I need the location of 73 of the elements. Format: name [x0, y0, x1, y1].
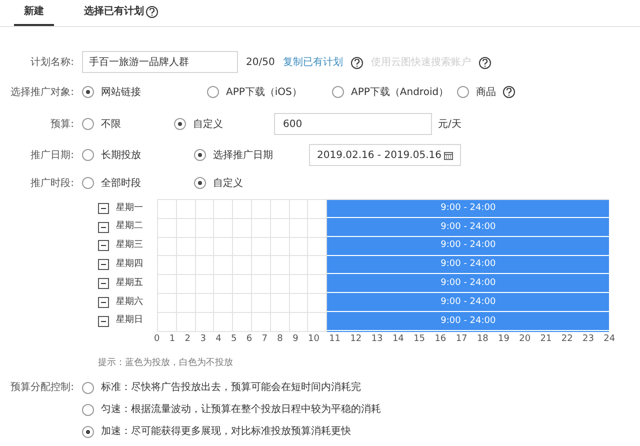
- tab[interactable]: 新建: [14, 0, 54, 26]
- day-label: 星期五: [116, 276, 143, 290]
- collapse-icon[interactable]: [98, 222, 109, 233]
- collapse-icon[interactable]: [98, 278, 109, 290]
- time-range-label: 9:00 - 24:00: [327, 200, 610, 218]
- radio-button[interactable]: [194, 177, 206, 189]
- calendar-icon: [444, 150, 454, 160]
- field-label: 计划名称:: [30, 56, 74, 70]
- radio-button[interactable]: [82, 404, 94, 416]
- day-label: 星期二: [116, 220, 143, 234]
- radio-button[interactable]: [82, 118, 94, 130]
- radio-label: 标准：尽快将广告投放出去，预算可能会在短时间内消耗完: [101, 380, 361, 396]
- date-range-field[interactable]: 2019.02.16 - 2019.05.16: [309, 144, 462, 166]
- radio-label: 加速：尽可能获得更多展现，对比标准投放预算消耗更快: [101, 424, 351, 440]
- time-range-label: 9:00 - 24:00: [327, 294, 610, 312]
- hour-cell[interactable]: [590, 275, 610, 294]
- day-label: 星期三: [116, 239, 143, 252]
- help-icon[interactable]: [503, 86, 515, 98]
- hour-cell[interactable]: [327, 256, 346, 276]
- radio-label: 网站链接: [101, 86, 141, 100]
- hour-cell[interactable]: [327, 275, 346, 294]
- time-range-label: 9:00 - 24:00: [327, 218, 610, 237]
- radio-button[interactable]: [207, 86, 219, 98]
- radio-label: 选择推广日期: [213, 148, 273, 162]
- help-icon[interactable]: [350, 57, 363, 69]
- radio-button[interactable]: [194, 149, 206, 161]
- tab[interactable]: 选择已有计划: [74, 0, 168, 26]
- radio-label: 不限: [101, 118, 121, 132]
- time-range-label: 9:00 - 24:00: [327, 275, 610, 294]
- radio-button[interactable]: [82, 86, 94, 98]
- hour-cell[interactable]: [327, 200, 346, 219]
- field-label: 预算:: [50, 118, 74, 132]
- radio-label: 匀速：根据流量波动，让预算在整个投放日程中较为平稳的消耗: [101, 402, 381, 418]
- collapse-icon[interactable]: [98, 316, 109, 327]
- help-icon[interactable]: [146, 6, 158, 18]
- time-range-label: 9:00 - 24:00: [327, 312, 610, 331]
- field-label: 预算分配控制:: [10, 380, 74, 396]
- field-label: 推广时段:: [30, 176, 74, 190]
- radio-button[interactable]: [82, 177, 94, 189]
- radio-label: APP下载（Android）: [351, 86, 449, 100]
- radio-label: 自定义: [193, 118, 223, 132]
- hint-text: 提示：蓝色为投放，白色为不投放: [98, 358, 233, 368]
- day-label: 星期日: [116, 314, 143, 328]
- time-range-label: 9:00 - 24:00: [327, 256, 610, 274]
- hour-cell[interactable]: [590, 200, 610, 219]
- char-count: 20/50: [246, 56, 275, 70]
- radio-button[interactable]: [457, 86, 469, 98]
- radio-label: 长期投放: [101, 148, 141, 162]
- radio-button[interactable]: [82, 426, 94, 438]
- radio-label: 全部时段: [101, 176, 141, 190]
- radio-button[interactable]: [174, 118, 186, 130]
- field-label: 选择推广对象:: [10, 86, 74, 100]
- budget-unit: 元/天: [438, 118, 462, 132]
- radio-button[interactable]: [82, 382, 94, 394]
- day-label: 星期一: [116, 202, 143, 215]
- budget-input[interactable]: 600: [274, 113, 432, 135]
- radio-label: 自定义: [213, 176, 243, 190]
- hour-axis-labels: 0 1 2 3 4 5 6 7 8 9 10 11 12 13 14 15 16 17 18 19 20 21 22 23 24: [154, 334, 616, 345]
- radio-button[interactable]: [332, 86, 344, 98]
- plan-name-input[interactable]: 手百一旅游一品牌人群: [82, 51, 238, 73]
- collapse-icon[interactable]: [98, 202, 109, 214]
- radio-button[interactable]: [82, 149, 94, 161]
- hour-cell[interactable]: [590, 256, 610, 276]
- day-label: 星期四: [116, 258, 143, 272]
- radio-label: 商品: [476, 86, 496, 100]
- field-label: 推广日期:: [30, 148, 74, 162]
- help-icon[interactable]: [478, 57, 491, 69]
- collapse-icon[interactable]: [98, 296, 109, 308]
- radio-label: APP下载（iOS）: [226, 86, 302, 100]
- copy-plan-link[interactable]: 复制已有计划: [282, 54, 343, 70]
- collapse-icon[interactable]: [98, 240, 109, 252]
- collapse-icon[interactable]: [98, 259, 109, 270]
- day-label: 星期六: [116, 296, 143, 309]
